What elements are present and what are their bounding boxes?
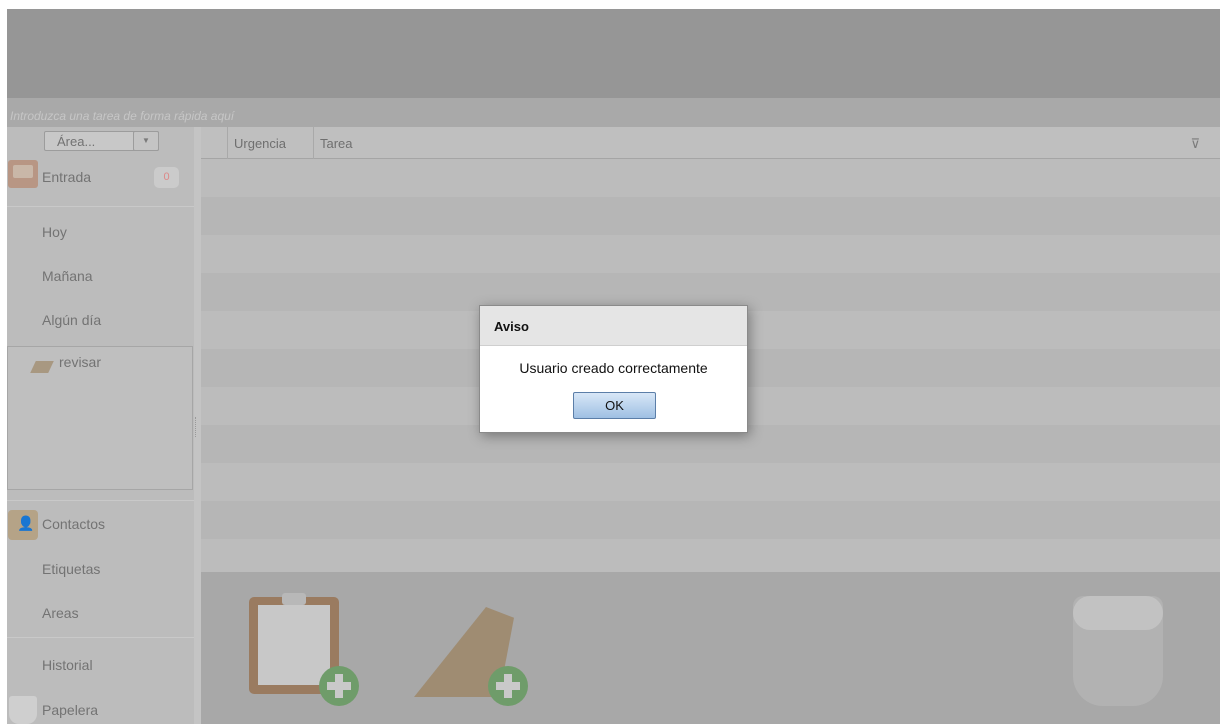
- column-header-urgency[interactable]: Urgencia: [227, 127, 313, 159]
- sidebar-item-areas[interactable]: Areas: [42, 605, 79, 621]
- area-select-value: Área...: [57, 134, 96, 149]
- divider: [7, 500, 194, 501]
- bottom-panel: [201, 572, 1220, 724]
- table-row: [201, 197, 1220, 235]
- divider: [7, 637, 194, 638]
- sidebar-item-tomorrow[interactable]: Mañana: [42, 268, 93, 284]
- project-list: revisar: [7, 346, 193, 490]
- area-select-arrow[interactable]: ▼: [133, 131, 159, 151]
- sidebar-item-label: Entrada: [42, 169, 92, 185]
- divider: [7, 206, 194, 207]
- alert-dialog: Aviso Usuario creado correctamente OK: [479, 305, 748, 433]
- inbox-icon: [8, 160, 38, 188]
- inbox-count-badge: 0: [154, 167, 179, 188]
- plus-icon[interactable]: [488, 666, 528, 706]
- trash-icon[interactable]: [1073, 596, 1163, 706]
- sidebar-item-trash[interactable]: Papelera: [42, 702, 98, 718]
- plus-icon[interactable]: [319, 666, 359, 706]
- table-row: [201, 159, 1220, 197]
- top-bar: [7, 9, 1220, 98]
- sidebar-item-contacts[interactable]: Contactos: [42, 516, 105, 532]
- sidebar-item-history[interactable]: Historial: [42, 657, 93, 673]
- table-header: Urgencia Tarea ⊽: [201, 127, 1220, 159]
- chevron-down-icon: ▼: [142, 136, 150, 145]
- sidebar-item-inbox[interactable]: Entrada 0: [7, 156, 194, 190]
- column-header-task[interactable]: Tarea: [313, 127, 1113, 159]
- ok-button[interactable]: OK: [573, 392, 656, 419]
- dialog-message: Usuario creado correctamente: [519, 360, 708, 376]
- project-label: revisar: [59, 354, 102, 370]
- area-select[interactable]: Área... ▼: [44, 131, 159, 151]
- contacts-icon: 👤: [8, 510, 38, 540]
- sidebar-item-tags[interactable]: Etiquetas: [42, 561, 100, 577]
- dialog-title: Aviso: [480, 306, 747, 346]
- table-row: [201, 235, 1220, 273]
- quick-task-input[interactable]: [7, 98, 1220, 127]
- filter-icon[interactable]: ⊽: [1190, 136, 1200, 152]
- sidebar-item-today[interactable]: Hoy: [42, 224, 67, 240]
- table-row: [201, 463, 1220, 501]
- sidebar-splitter[interactable]: [194, 127, 201, 724]
- sidebar: Área... ▼ Entrada 0 Hoy Mañana Algún día…: [7, 127, 194, 724]
- table-row: [201, 501, 1220, 539]
- folder-icon: [30, 361, 54, 373]
- trash-icon: [9, 696, 37, 724]
- sidebar-item-someday[interactable]: Algún día: [42, 312, 101, 328]
